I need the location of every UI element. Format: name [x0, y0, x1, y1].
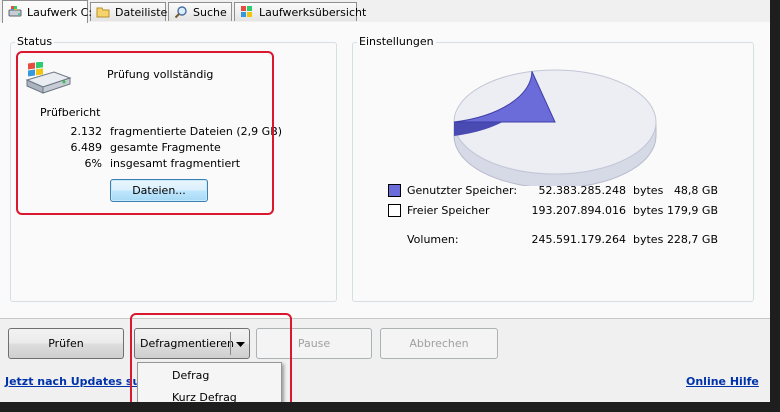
settings-group-title: Einstellungen: [357, 35, 436, 48]
tab-drive-c[interactable]: Laufwerk C:: [2, 0, 92, 23]
status-group-title: Status: [15, 35, 55, 48]
tab-pane: Status Einstellungen Prüfung vollständig…: [0, 22, 770, 319]
used-unit: bytes: [633, 184, 664, 197]
storage-pie-chart: [453, 69, 657, 186]
used-gb: 48,8 GB: [673, 184, 718, 197]
volume-label: Volumen:: [407, 233, 459, 246]
volume-gb: 228,7 GB: [666, 233, 718, 246]
cancel-button[interactable]: Abbrechen: [380, 328, 498, 359]
volume-bytes: 245.591.179.264: [531, 233, 626, 246]
volume-unit: bytes: [633, 233, 664, 246]
legend-swatch-free: [388, 204, 401, 217]
drive-icon: [8, 6, 22, 17]
tab-drive-overview[interactable]: Laufwerksübersicht: [234, 2, 366, 21]
tab-search[interactable]: Suche: [168, 2, 232, 21]
search-icon: [174, 6, 187, 19]
highlight-defrag: [130, 313, 292, 402]
online-help-link[interactable]: Online Hilfe: [686, 375, 759, 388]
used-bytes: 52.383.285.248: [538, 184, 626, 197]
drive-map-icon: [241, 6, 252, 17]
main-window: Laufwerk C: Dateiliste Suche Laufwerksüb…: [0, 0, 770, 402]
free-label: Freier Speicher: [407, 204, 490, 217]
folder-icon: [96, 7, 110, 18]
check-button[interactable]: Prüfen: [8, 328, 124, 359]
tab-file-list[interactable]: Dateiliste: [90, 2, 167, 21]
free-bytes: 193.207.894.016: [531, 204, 626, 217]
free-gb: 179,9 GB: [666, 204, 718, 217]
free-unit: bytes: [633, 204, 664, 217]
tab-bar: Laufwerk C: Dateiliste Suche Laufwerksüb…: [0, 0, 770, 23]
legend-swatch-used: [388, 184, 401, 197]
highlight-status: [16, 51, 274, 215]
